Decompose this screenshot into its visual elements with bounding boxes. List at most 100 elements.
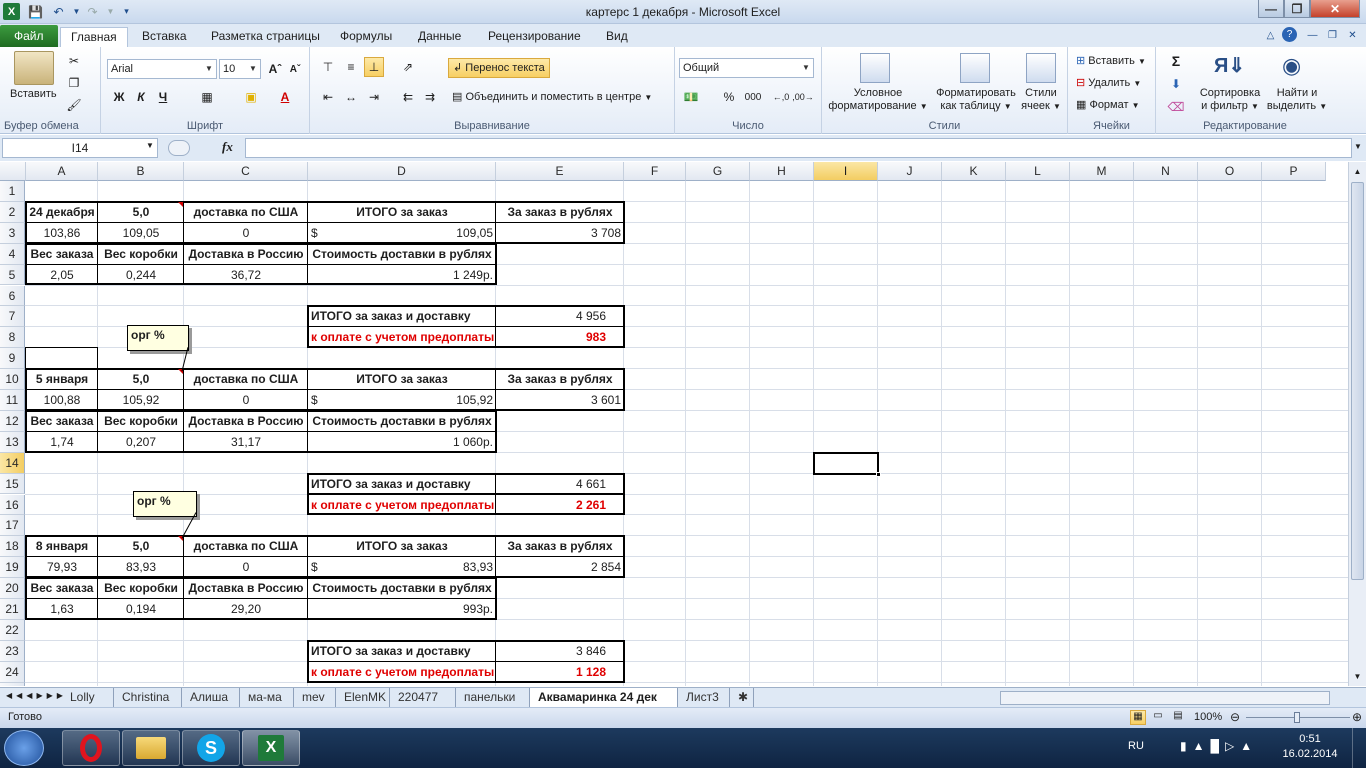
font-name-combo[interactable]: Arial ▼ [107,59,217,79]
format-as-table-icon[interactable] [960,53,990,83]
doc-restore-icon[interactable]: ❐ [1324,27,1341,44]
clock-time[interactable]: 0:51 [1280,733,1340,745]
tab-home[interactable]: Главная [60,27,128,47]
sheet-tab[interactable]: Lolly [62,688,114,707]
column-header-p[interactable]: P [1262,162,1326,181]
vertical-scrollbar[interactable]: ▲ ▼ [1348,162,1366,686]
restore-button[interactable]: ❐ [1284,0,1310,18]
sheet-tab[interactable]: Лист3 [678,688,730,707]
grand-total-label[interactable]: ИТОГО за заказ и доставку [308,306,496,327]
show-desktop-button[interactable] [1352,728,1366,768]
russia-delivery-cell[interactable]: 31,17 [184,432,308,453]
order-sum-cell[interactable]: 100,88 [26,390,98,411]
align-left-icon[interactable]: ⇤ [318,87,338,107]
rate-cell[interactable]: 5,0 [98,202,184,223]
underline-button[interactable]: Ч [153,87,173,107]
scroll-up-icon[interactable]: ▲ [1350,164,1365,179]
decrease-decimal-icon[interactable]: ,00→ [792,87,814,107]
comment-indicator-icon[interactable] [178,536,183,542]
rate-cell[interactable]: 5,0 [98,369,184,390]
doc-close-icon[interactable]: ✕ [1344,27,1361,44]
comment-indicator-icon[interactable] [178,369,183,375]
font-color-icon[interactable]: A [275,87,295,107]
grand-total-cell[interactable]: 3 846 [496,641,624,662]
paste-button[interactable]: Вставить [10,88,57,100]
grand-total-cell[interactable]: 4 956 [496,306,624,327]
box-weight-label[interactable]: Вес коробки [98,578,184,599]
usa-delivery-label[interactable]: доставка по США [184,536,308,557]
row-header-21[interactable]: 21 [0,599,25,620]
increase-indent-icon[interactable]: ⇉ [420,87,440,107]
formula-bar-divider-handle[interactable] [168,140,190,156]
column-header-n[interactable]: N [1134,162,1198,181]
start-button-icon[interactable] [4,730,44,766]
usa-delivery-cell[interactable]: 0 [184,390,308,411]
delivery-cost-rub-cell[interactable]: 993р. [308,599,496,620]
order-sum-with-fee-cell[interactable]: 109,05 [98,223,184,244]
column-header-o[interactable]: O [1198,162,1262,181]
align-bottom-icon[interactable]: ⊥ [364,57,384,77]
amount-due-cell[interactable]: 983 [496,327,624,348]
zoom-slider-thumb[interactable] [1294,712,1300,723]
row-header-1[interactable]: 1 [0,181,25,202]
row-header-24[interactable]: 24 [0,661,25,683]
fill-color-icon[interactable]: ▣ [241,87,261,107]
fill-handle[interactable] [876,471,881,477]
order-rub-label[interactable]: За заказ в рублях [496,536,624,557]
cell-comment-note[interactable]: орг % [127,325,189,352]
normal-view-icon[interactable]: ▦ [1130,710,1146,725]
autosum-icon[interactable]: Σ [1166,51,1186,71]
grow-font-icon[interactable]: Aˆ [265,59,285,79]
row-header-19[interactable]: 19 [0,557,25,579]
column-header-c[interactable]: C [184,162,308,181]
sheet-nav-icons[interactable]: ◀◀◀▶▶▶ [6,691,67,700]
order-weight-cell[interactable]: 1,74 [26,432,98,453]
order-rub-label[interactable]: За заказ в рублях [496,369,624,390]
column-header-l[interactable]: L [1006,162,1070,181]
opera-taskbar-icon[interactable] [62,730,120,766]
tab-data[interactable]: Данные [408,27,471,47]
sort-filter-button[interactable]: Сортировка и фильтр ▼ [1198,87,1262,113]
excel-taskbar-icon[interactable]: X [242,730,300,766]
column-header-h[interactable]: H [750,162,814,181]
insert-sheet-icon[interactable]: ✱ [730,688,754,707]
zoom-level[interactable]: 100% [1194,711,1222,723]
tab-insert[interactable]: Вставка [132,27,197,47]
column-header-f[interactable]: F [624,162,686,181]
cell-comment-note[interactable]: орг % [133,490,197,517]
conditional-formatting-button[interactable]: Условное форматирование ▼ [826,87,930,113]
row-header-2[interactable]: 2 [0,201,25,223]
insert-cells-button[interactable]: ⊞ Вставить ▼ [1076,54,1146,67]
borders-icon[interactable]: ▦ [197,87,217,107]
currency-format-icon[interactable]: 💵 [681,87,701,107]
column-header-a[interactable]: A [26,162,98,181]
order-sum-with-fee-cell[interactable]: 105,92 [98,390,184,411]
undo-dropdown-icon[interactable]: ▼ [68,3,85,20]
scroll-down-icon[interactable]: ▼ [1350,669,1365,684]
grand-total-label[interactable]: ИТОГО за заказ и доставку [308,641,496,662]
amount-due-label[interactable]: к оплате с учетом предоплаты [308,327,496,348]
expand-formula-bar-icon[interactable]: ▼ [1354,142,1362,151]
column-header-d[interactable]: D [308,162,496,181]
usa-delivery-cell[interactable]: 0 [184,223,308,244]
close-button[interactable]: ✕ [1310,0,1360,18]
order-total-rub-cell[interactable]: 3 601 [496,390,624,411]
grand-total-cell[interactable]: 4 661 [496,474,624,495]
formula-input[interactable] [245,138,1352,158]
tab-file[interactable]: Файл [0,25,58,47]
row-header-14[interactable]: 14 [0,452,25,474]
delivery-cost-rub-cell[interactable]: 1 249р. [308,265,496,286]
doc-minimize-icon[interactable]: — [1304,27,1321,44]
order-weight-label[interactable]: Вес заказа [26,411,98,432]
row-header-10[interactable]: 10 [0,369,25,390]
row-header-16[interactable]: 16 [0,494,25,516]
percent-style-button[interactable]: % [719,87,739,107]
row-header-17[interactable]: 17 [0,515,25,537]
comma-style-button[interactable]: 000 [739,87,767,107]
explorer-taskbar-icon[interactable] [122,730,180,766]
align-middle-icon[interactable]: ≡ [341,57,361,77]
tab-page-layout[interactable]: Разметка страницы [201,27,330,47]
amount-due-label[interactable]: к оплате с учетом предоплаты [308,662,496,683]
column-header-i[interactable]: I [814,162,878,181]
column-header-e[interactable]: E [496,162,624,181]
